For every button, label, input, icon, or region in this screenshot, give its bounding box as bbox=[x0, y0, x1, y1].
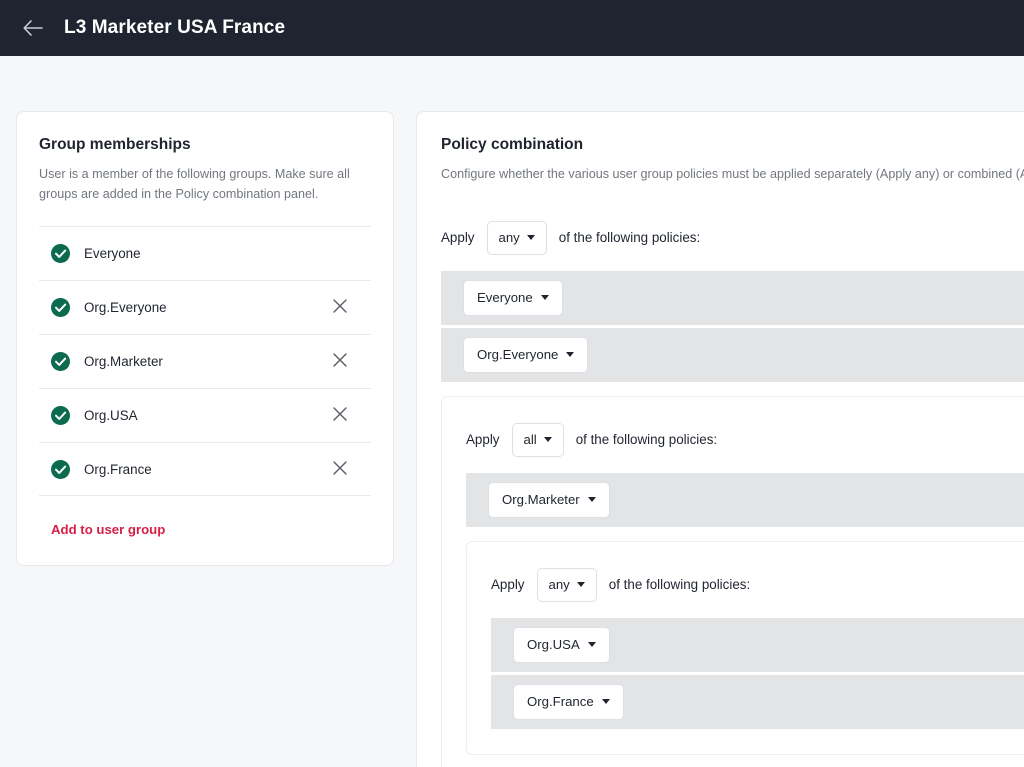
policy-chip-label: Org.France bbox=[527, 694, 594, 709]
chevron-down-icon bbox=[602, 699, 610, 704]
check-circle-icon bbox=[51, 406, 70, 425]
list-item[interactable]: Org.France bbox=[39, 442, 371, 496]
apply-tail-label: of the following policies: bbox=[559, 230, 700, 245]
operator-value: any bbox=[499, 230, 520, 245]
close-icon bbox=[332, 406, 348, 425]
group-memberships-panel: Group memberships User is a member of th… bbox=[16, 111, 394, 566]
chevron-down-icon bbox=[527, 235, 535, 240]
operator-value: any bbox=[549, 577, 570, 592]
list-item[interactable]: Org.Marketer bbox=[39, 334, 371, 388]
operator-dropdown-level3[interactable]: any bbox=[537, 568, 597, 602]
chevron-down-icon bbox=[544, 437, 552, 442]
page-content: Group memberships User is a member of th… bbox=[0, 56, 1024, 767]
policy-chip[interactable]: Org.France bbox=[513, 684, 624, 720]
remove-group-button[interactable] bbox=[327, 349, 353, 375]
group-name: Org.USA bbox=[84, 408, 327, 423]
apply-label: Apply bbox=[441, 230, 475, 245]
apply-tail-label: of the following policies: bbox=[576, 432, 717, 447]
policy-combination-title: Policy combination bbox=[441, 136, 1024, 154]
policy-group-level3: Apply any of the following policies: Org… bbox=[466, 541, 1024, 755]
policy-row: Org.USA bbox=[491, 618, 1024, 672]
policy-chip[interactable]: Everyone bbox=[463, 280, 563, 316]
policy-row: Everyone bbox=[441, 271, 1024, 325]
policy-row: Org.Marketer bbox=[466, 473, 1024, 527]
list-item[interactable]: Org.Everyone bbox=[39, 280, 371, 334]
apply-row-level3: Apply any of the following policies: bbox=[491, 568, 1024, 602]
group-name: Org.Marketer bbox=[84, 354, 327, 369]
policy-combination-description: Configure whether the various user group… bbox=[441, 165, 1024, 185]
policy-group-level2: Apply all of the following policies: Org… bbox=[441, 396, 1024, 767]
apply-row-level1: Apply any of the following policies: bbox=[441, 221, 1024, 255]
apply-label: Apply bbox=[491, 577, 525, 592]
chevron-down-icon bbox=[566, 352, 574, 357]
group-list: Everyone Org.Everyone bbox=[39, 226, 371, 496]
chevron-down-icon bbox=[588, 497, 596, 502]
apply-tail-label: of the following policies: bbox=[609, 577, 750, 592]
policy-chip-label: Org.Marketer bbox=[502, 492, 580, 507]
policy-row: Org.Everyone bbox=[441, 328, 1024, 382]
operator-dropdown-level2[interactable]: all bbox=[512, 423, 564, 457]
policy-chip-label: Org.Everyone bbox=[477, 347, 558, 362]
policy-row: Org.France bbox=[491, 675, 1024, 729]
policy-chip-label: Everyone bbox=[477, 290, 533, 305]
close-icon bbox=[332, 298, 348, 317]
close-icon bbox=[332, 352, 348, 371]
group-name: Org.Everyone bbox=[84, 300, 327, 315]
remove-group-button[interactable] bbox=[327, 295, 353, 321]
add-to-user-group-link[interactable]: Add to user group bbox=[51, 522, 165, 537]
chevron-down-icon bbox=[577, 582, 585, 587]
policy-chip-label: Org.USA bbox=[527, 637, 580, 652]
back-button[interactable] bbox=[20, 15, 46, 41]
policy-chip[interactable]: Org.Everyone bbox=[463, 337, 588, 373]
group-memberships-title: Group memberships bbox=[39, 136, 371, 154]
page-title: L3 Marketer USA France bbox=[64, 17, 285, 39]
check-circle-icon bbox=[51, 352, 70, 371]
operator-value: all bbox=[524, 432, 537, 447]
group-name: Org.France bbox=[84, 462, 327, 477]
remove-group-button[interactable] bbox=[327, 403, 353, 429]
apply-row-level2: Apply all of the following policies: bbox=[466, 423, 1024, 457]
close-icon bbox=[332, 460, 348, 479]
group-name: Everyone bbox=[84, 246, 327, 261]
check-circle-icon bbox=[51, 460, 70, 479]
chevron-down-icon bbox=[588, 642, 596, 647]
group-memberships-description: User is a member of the following groups… bbox=[39, 165, 357, 204]
arrow-left-icon bbox=[22, 19, 44, 37]
chevron-down-icon bbox=[541, 295, 549, 300]
remove-group-button[interactable] bbox=[327, 456, 353, 482]
policy-chip[interactable]: Org.USA bbox=[513, 627, 610, 663]
apply-label: Apply bbox=[466, 432, 500, 447]
list-item[interactable]: Org.USA bbox=[39, 388, 371, 442]
policy-combination-panel: Policy combination Configure whether the… bbox=[416, 111, 1024, 767]
check-circle-icon bbox=[51, 298, 70, 317]
operator-dropdown-level1[interactable]: any bbox=[487, 221, 547, 255]
check-circle-icon bbox=[51, 244, 70, 263]
list-item[interactable]: Everyone bbox=[39, 226, 371, 280]
policy-chip[interactable]: Org.Marketer bbox=[488, 482, 610, 518]
top-bar: L3 Marketer USA France bbox=[0, 0, 1024, 56]
